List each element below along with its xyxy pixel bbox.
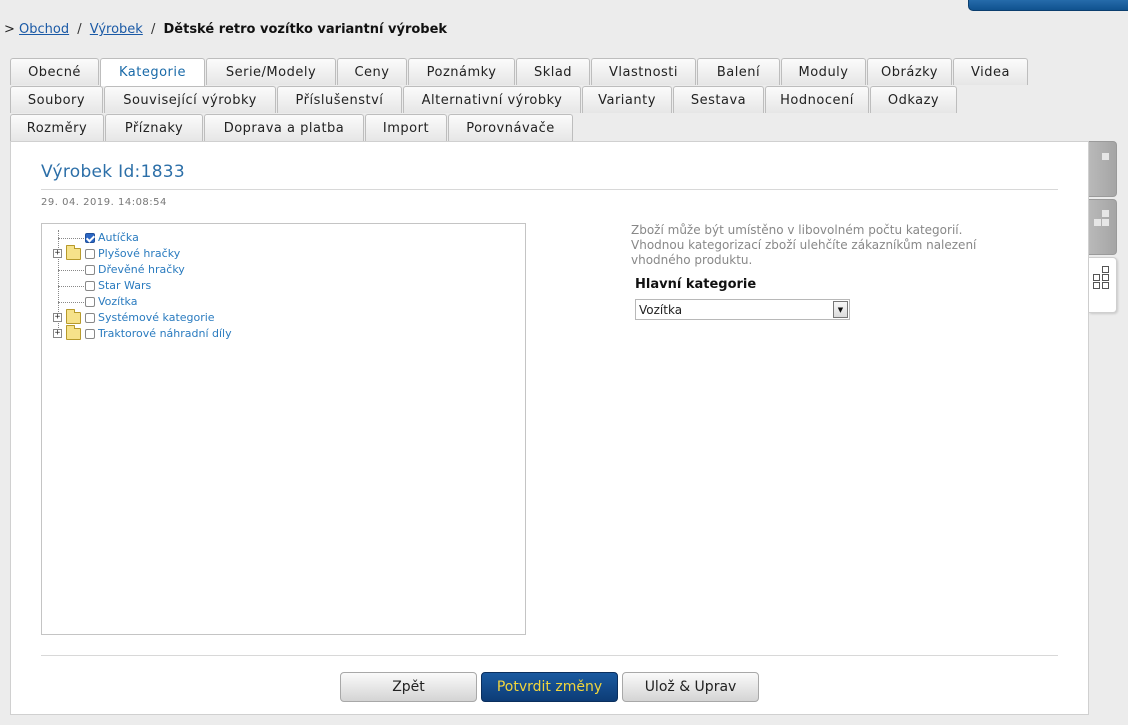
tree-label[interactable]: Traktorové náhradní díly — [98, 327, 232, 340]
tree-label[interactable]: Plyšové hračky — [98, 247, 180, 260]
category-tree: Autíčka + Plyšové hračky Dřevěné hračky … — [41, 223, 526, 635]
tab-row-1: Obecné Kategorie Serie/Modely Ceny Pozná… — [10, 58, 1040, 86]
tab-kategorie[interactable]: Kategorie — [100, 58, 205, 86]
tab-alternativni-vyrobky[interactable]: Alternativní výrobky — [403, 86, 581, 113]
tab-sklad[interactable]: Sklad — [516, 58, 590, 85]
tab-obrazky[interactable]: Obrázky — [867, 58, 952, 85]
tree-item-vozitka: Vozítka — [42, 294, 525, 310]
tree-checkbox-star-wars[interactable] — [85, 281, 95, 291]
page-title: Výrobek Id:1833 — [41, 162, 186, 182]
top-right-tab[interactable] — [968, 0, 1128, 11]
tree-checkbox-auticka[interactable] — [85, 233, 95, 243]
tab-soubory[interactable]: Soubory — [10, 86, 103, 113]
tab-hodnoceni[interactable]: Hodnocení — [765, 86, 869, 113]
hint-line: vhodného produktu. — [631, 253, 753, 267]
tab-serie-modely[interactable]: Serie/Modely — [206, 58, 336, 85]
layout-triple-icon — [1102, 210, 1109, 217]
layout-triple-tab[interactable] — [1089, 199, 1117, 255]
main-category-select[interactable]: Vozítka ▼ — [635, 299, 850, 320]
tab-varianty[interactable]: Varianty — [582, 86, 672, 113]
layout-single-tab[interactable] — [1089, 141, 1117, 197]
tree-item-drevene-hracky: Dřevěné hračky — [42, 262, 525, 278]
back-button[interactable]: Zpět — [340, 672, 477, 702]
tab-doprava-a-platba[interactable]: Doprava a platba — [204, 114, 364, 141]
bottom-divider — [41, 655, 1058, 656]
tab-obecne[interactable]: Obecné — [10, 58, 99, 85]
folder-icon — [66, 309, 81, 324]
tab-row-2: Soubory Související výrobky Příslušenstv… — [10, 86, 1040, 114]
tree-label[interactable]: Vozítka — [98, 295, 137, 308]
main-category-label: Hlavní kategorie — [635, 277, 757, 292]
layout-grid-tab[interactable] — [1089, 257, 1117, 313]
save-edit-button[interactable]: Ulož & Uprav — [622, 672, 759, 702]
hint-line: Zboží může být umístěno v libovolném poč… — [631, 223, 963, 237]
tab-baleni[interactable]: Balení — [697, 58, 780, 85]
tab-poznamky[interactable]: Poznámky — [408, 58, 515, 85]
tab-prislusenstvi[interactable]: Příslušenství — [277, 86, 402, 113]
tree-item-traktorove-nahradni-dily: + Traktorové náhradní díly — [42, 325, 525, 342]
tree-checkbox-vozitka[interactable] — [85, 297, 95, 307]
breadcrumb-current: Dětské retro vozítko variantní výrobek — [163, 22, 448, 37]
title-divider — [41, 189, 1058, 190]
expand-icon[interactable]: + — [53, 249, 62, 258]
category-hint: Zboží může být umístěno v libovolném poč… — [631, 223, 1011, 268]
tree-label[interactable]: Systémové kategorie — [98, 311, 215, 324]
tab-bar: Obecné Kategorie Serie/Modely Ceny Pozná… — [10, 58, 1040, 142]
tree-label[interactable]: Autíčka — [98, 231, 139, 244]
layout-grid-icon — [1102, 266, 1109, 273]
breadcrumb: > Obchod / Výrobek / Dětské retro vozítk… — [4, 22, 447, 37]
main-category-value: Vozítka — [639, 302, 683, 317]
tab-sestava[interactable]: Sestava — [673, 86, 764, 113]
tab-porovnavace[interactable]: Porovnávače — [448, 114, 573, 141]
tree-checkbox-systemove-kategorie[interactable] — [85, 313, 95, 323]
tree-checkbox-plysove-hracky[interactable] — [85, 249, 95, 259]
tab-ceny[interactable]: Ceny — [337, 58, 407, 85]
layout-single-icon — [1102, 153, 1109, 160]
hint-line: Vhodnou kategorizací zboží ulehčíte záka… — [631, 238, 977, 252]
breadcrumb-separator: / — [150, 22, 156, 37]
breadcrumb-prefix: > — [4, 22, 15, 37]
tree-item-auticka: Autíčka — [42, 230, 525, 246]
confirm-button[interactable]: Potvrdit změny — [481, 672, 618, 702]
tree-item-star-wars: Star Wars — [42, 278, 525, 294]
breadcrumb-separator: / — [77, 22, 82, 37]
tree-label[interactable]: Dřevěné hračky — [98, 263, 185, 276]
expand-icon[interactable]: + — [53, 313, 62, 322]
tree-item-systemove-kategorie: + Systémové kategorie — [42, 309, 525, 326]
content-panel: Výrobek Id:1833 29. 04. 2019. 14:08:54 A… — [10, 141, 1089, 715]
breadcrumb-link-obchod[interactable]: Obchod — [19, 22, 69, 37]
tab-vlastnosti[interactable]: Vlastnosti — [591, 58, 696, 85]
expand-icon[interactable]: + — [53, 329, 62, 338]
tab-row-3: Rozměry Příznaky Doprava a platba Import… — [10, 114, 1040, 142]
timestamp: 29. 04. 2019. 14:08:54 — [41, 197, 167, 208]
folder-icon — [66, 245, 81, 260]
tab-souvisejici-vyrobky[interactable]: Související výrobky — [104, 86, 276, 113]
tree-checkbox-traktorove-nahradni-dily[interactable] — [85, 329, 95, 339]
tab-odkazy[interactable]: Odkazy — [870, 86, 957, 113]
tree-item-plysove-hracky: + Plyšové hračky — [42, 245, 525, 262]
tab-import[interactable]: Import — [365, 114, 447, 141]
tab-videa[interactable]: Videa — [953, 58, 1028, 85]
tab-moduly[interactable]: Moduly — [781, 58, 866, 85]
folder-icon — [66, 325, 81, 340]
tree-checkbox-drevene-hracky[interactable] — [85, 265, 95, 275]
tab-rozmery[interactable]: Rozměry — [10, 114, 104, 141]
breadcrumb-link-vyrobek[interactable]: Výrobek — [90, 22, 143, 37]
tab-priznaky[interactable]: Příznaky — [105, 114, 203, 141]
tree-label[interactable]: Star Wars — [98, 279, 151, 292]
chevron-down-icon[interactable]: ▼ — [833, 301, 848, 318]
